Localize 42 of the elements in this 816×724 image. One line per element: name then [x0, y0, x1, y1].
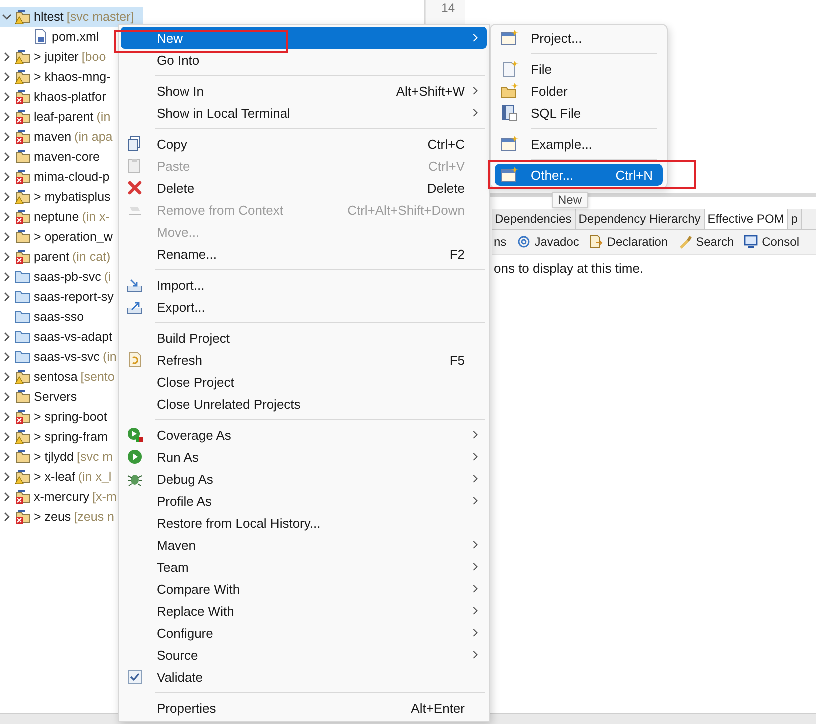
tree-item-label: parent: [34, 250, 70, 264]
tree-item-decoration: [boo: [82, 50, 106, 64]
tree-item-decoration: [x-m: [92, 490, 117, 504]
tree-item-label: x-mercury: [34, 490, 90, 504]
tree-item-decoration: (in apa: [74, 130, 113, 144]
tree-item-label: mima-cloud-p: [34, 170, 110, 184]
tree-item-label: > zeus: [34, 510, 72, 524]
tooltip: New: [552, 192, 588, 208]
tree-item-label: > tjlydd: [34, 450, 74, 464]
line-number: 14: [442, 1, 455, 15]
tree-item-label: Servers: [34, 390, 78, 404]
tree-item-decoration: (in cat): [72, 250, 111, 264]
tree-item-decoration: [sento: [80, 370, 115, 384]
tree-item-label: > x-leaf: [34, 470, 76, 484]
tree-item-label: pom.xml: [52, 30, 100, 44]
tree-item-decoration: (i: [104, 270, 112, 284]
tree-item-label: maven: [34, 130, 72, 144]
tree-item-label: saas-report-sy: [34, 290, 114, 304]
tree-item-decoration: [zeus n: [74, 510, 114, 524]
tree-item-decoration: (in x_l: [78, 470, 112, 484]
tree-item-decoration: [svc master]: [66, 10, 134, 24]
tree-item-label: > spring-boot: [34, 410, 108, 424]
tree-item-decoration: (in: [102, 350, 117, 364]
tree-item-label: maven-core: [34, 150, 100, 164]
tree-item-label: saas-pb-svc: [34, 270, 102, 284]
tree-item-label: > operation_w: [34, 230, 113, 244]
tree-item-label: hltest: [34, 10, 64, 24]
tree-item-label: neptune: [34, 210, 80, 224]
tree-item-label: leaf-parent: [34, 110, 94, 124]
tree-item-decoration: (in x-: [82, 210, 110, 224]
tree-item-label: sentosa: [34, 370, 78, 384]
tree-item-decoration: [svc m: [76, 450, 114, 464]
tree-item-label: > spring-fram: [34, 430, 108, 444]
tree-item-label: saas-vs-svc: [34, 350, 100, 364]
tree-item-label: > jupiter: [34, 50, 79, 64]
tree-item-decoration: (in: [96, 110, 111, 124]
tree-item-label: > khaos-mng-: [34, 70, 111, 84]
empty-message: ons to display at this time.: [493, 260, 645, 278]
tree-item-label: saas-sso: [34, 310, 84, 324]
tree-item-label: saas-vs-adapt: [34, 330, 113, 344]
tree-item-label: > mybatisplus: [34, 190, 111, 204]
tree-item-label: khaos-platfor: [34, 90, 106, 104]
